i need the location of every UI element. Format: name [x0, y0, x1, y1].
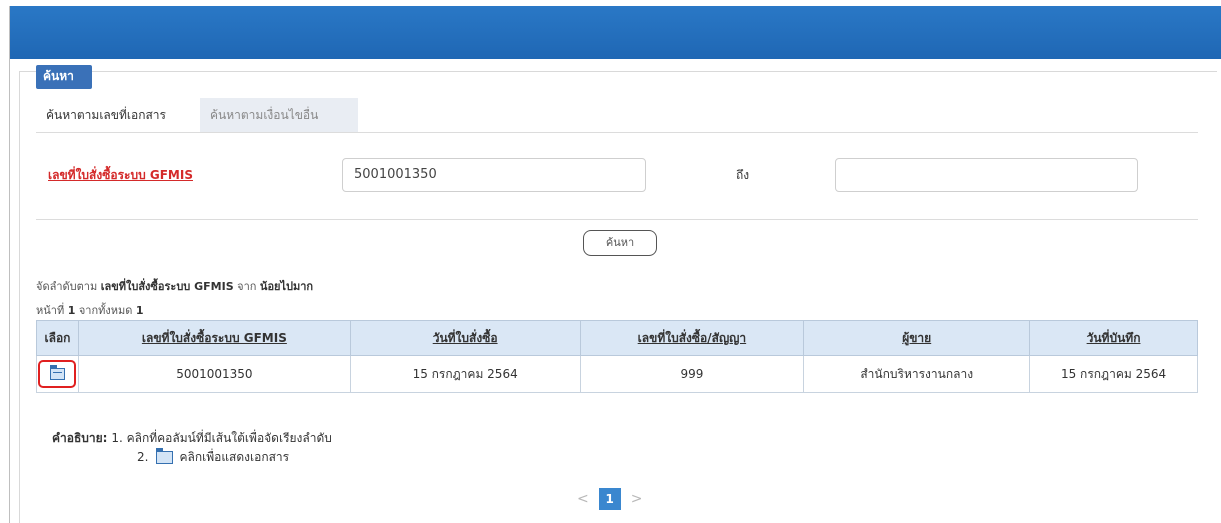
tab-divider — [36, 132, 1198, 133]
legend-item-1: 1. คลิกที่คอลัมน์ที่มีเส้นใต้เพื่อจัดเรี… — [111, 431, 332, 445]
legend-item-2: 2. คลิกเพื่อแสดงเอกสาร — [137, 448, 289, 467]
paging-mid: จากทั้งหมด — [78, 304, 133, 317]
paging-info: หน้าที่ 1 จากทั้งหมด 1 — [36, 301, 144, 319]
cell-vendor: สำนักบริหารงานกลาง — [803, 355, 1031, 393]
section-title: ค้นหา — [36, 65, 92, 89]
search-button[interactable]: ค้นหา — [583, 230, 657, 256]
sort-mid: จาก — [237, 280, 257, 293]
folder-icon — [156, 448, 174, 464]
po-number-label[interactable]: เลขที่ใบสั่งซื้อระบบ GFMIS — [48, 166, 193, 185]
select-cell — [36, 355, 79, 393]
sort-prefix: จัดลำดับตาม — [36, 280, 98, 293]
open-document-button[interactable] — [38, 360, 77, 388]
paging-page: 1 — [67, 304, 76, 317]
tab-search-by-document[interactable]: ค้นหาตามเลขที่เอกสาร — [36, 98, 198, 132]
table-row: 5001001350 15 กรกฎาคม 2564 999 สำนักบริห… — [36, 355, 1198, 393]
col-header-record-date[interactable]: วันที่บันทึก — [1029, 320, 1198, 356]
sort-field: เลขที่ใบสั่งซื้อระบบ GFMIS — [100, 280, 234, 293]
paging-prefix: หน้าที่ — [36, 304, 65, 317]
sort-info: จัดลำดับตาม เลขที่ใบสั่งซื้อระบบ GFMIS จ… — [36, 277, 313, 295]
left-border — [9, 6, 10, 523]
cell-record-date: 15 กรกฎาคม 2564 — [1029, 355, 1198, 393]
legend-title: คำอธิบาย: — [52, 431, 108, 445]
col-header-vendor[interactable]: ผู้ขาย — [803, 320, 1031, 356]
cell-contract-number: 999 — [579, 355, 805, 393]
po-number-from-input[interactable]: 5001001350 — [342, 158, 646, 192]
col-header-select: เลือก — [36, 320, 79, 356]
legend-item-2-text: คลิกเพื่อแสดงเอกสาร — [179, 450, 290, 464]
page-1-button[interactable]: 1 — [598, 488, 621, 510]
cell-po-date: 15 กรกฎาคม 2564 — [349, 355, 581, 393]
to-label: ถึง — [736, 168, 750, 182]
legend: คำอธิบาย: 1. คลิกที่คอลัมน์ที่มีเส้นใต้เ… — [52, 428, 332, 448]
tab-search-by-other[interactable]: ค้นหาตามเงื่อนไขอื่น — [200, 98, 358, 132]
col-header-contract-number[interactable]: เลขที่ใบสั่งซื้อ/สัญญา — [579, 320, 805, 356]
folder-icon — [50, 365, 66, 380]
table-header-row: เลือก เลขที่ใบสั่งซื้อระบบ GFMIS วันที่ใ… — [36, 320, 1198, 356]
sort-order: น้อยไปมาก — [259, 280, 314, 293]
prev-page-button[interactable]: < — [577, 491, 589, 507]
po-number-to-input[interactable] — [835, 158, 1138, 192]
results-table: เลือก เลขที่ใบสั่งซื้อระบบ GFMIS วันที่ใ… — [36, 320, 1198, 393]
cell-po-number: 5001001350 — [77, 355, 351, 393]
col-header-po-number[interactable]: เลขที่ใบสั่งซื้อระบบ GFMIS — [77, 320, 351, 356]
legend-item-2-number: 2. — [137, 450, 149, 464]
form-divider — [36, 219, 1198, 220]
pagination: < 1 > — [577, 488, 642, 510]
paging-total: 1 — [135, 304, 144, 317]
next-page-button[interactable]: > — [631, 491, 643, 507]
col-header-po-date[interactable]: วันที่ใบสั่งซื้อ — [349, 320, 581, 356]
top-banner — [10, 6, 1221, 59]
